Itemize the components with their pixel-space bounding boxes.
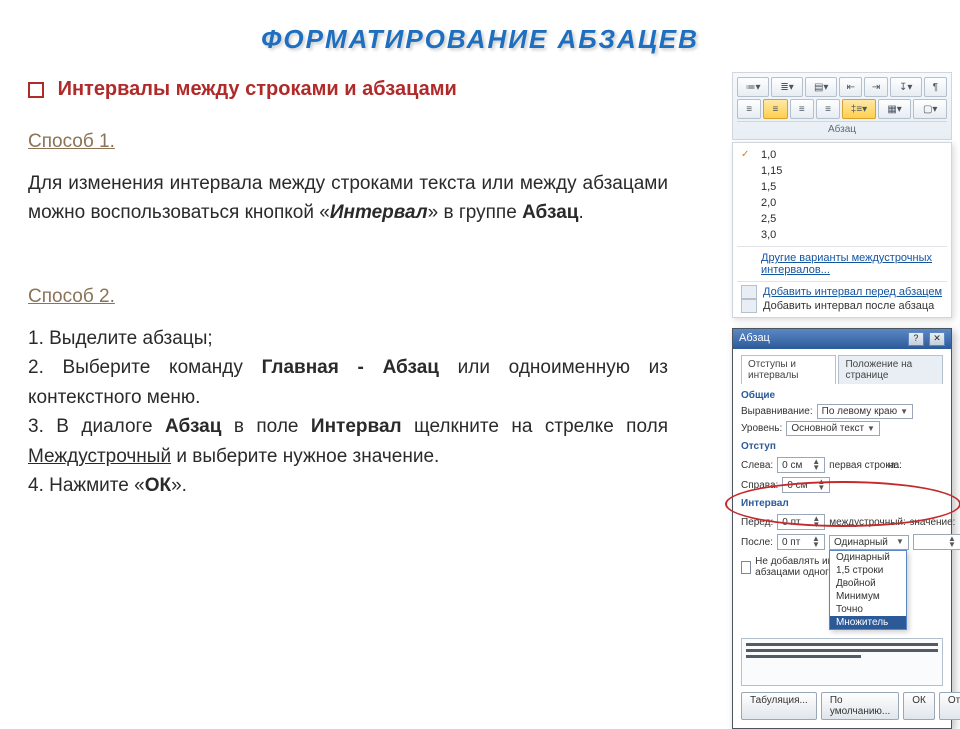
dialog-titlebar: Абзац ? ✕ [733,329,951,349]
before-spinner[interactable]: 0 пт▲▼ [777,514,825,530]
section-heading: Интервалы между строками и абзацами [28,78,668,101]
linespacing-combo[interactable]: Одинарный▼ [829,535,909,550]
method1-paragraph: Для изменения интервала между строками т… [28,169,668,228]
spacing-section: Интервал [741,498,943,509]
spacing-option[interactable]: 2,5 [733,211,951,227]
align-center-button[interactable]: ≡ [763,99,787,119]
line-spacing-menu: 1,0 1,15 1,5 2,0 2,5 3,0 Другие варианты… [732,142,952,318]
right-label: Справа: [741,480,778,491]
m1-strong2: Абзац [522,202,578,223]
ls-opt[interactable]: 1,5 строки [830,564,906,577]
before-label: Перед: [741,517,773,528]
close-button[interactable]: ✕ [929,332,945,346]
firstline-on-label: на: [888,460,902,471]
m2-l2a: 2. Выберите команду [28,357,262,378]
align-right-button[interactable]: ≡ [790,99,814,119]
right-panel: ≔▾ ≣▾ ▤▾ ⇤ ⇥ ↧▾ ¶ ≡ ≡ ≡ ≡ ‡≡▾ ▦▾ ▢▾ Абза… [732,72,952,729]
ls-opt[interactable]: Одинарный [830,551,906,564]
linespacing-on-label: значение: [910,517,956,528]
decrease-indent-button[interactable]: ⇤ [839,77,862,97]
m2-l3e: щелкните на стрелке поля [402,416,668,437]
m2-l3b: Абзац [165,416,221,437]
bullet-icon [28,82,44,98]
alignment-label: Выравнивание: [741,406,813,417]
method2-label: Способ 2. [28,286,668,308]
add-space-before[interactable]: Добавить интервал перед абзацем [733,285,951,299]
show-marks-button[interactable]: ¶ [924,77,947,97]
method1-label: Способ 1. [28,131,668,153]
line-spacing-button[interactable]: ‡≡▾ [842,99,876,119]
dialog-title: Абзац [739,332,770,346]
m2-l2b: Главная - Абзац [262,357,439,378]
content-column: Интервалы между строками и абзацами Спос… [28,78,668,501]
bullets-button[interactable]: ≔▾ [737,77,769,97]
page-title: ФОРМАТИРОВАНИЕ АБЗАЦЕВ [0,0,960,55]
help-button[interactable]: ? [908,332,924,346]
dont-add-checkbox[interactable] [741,561,751,574]
add-after-text: Добавить интервал после абзаца [763,300,934,312]
ls-opt[interactable]: Минимум [830,590,906,603]
spacing-option[interactable]: 1,0 [733,147,951,163]
m1-text2: » в группе [428,202,522,223]
m2-l3c: в поле [221,416,310,437]
level-label: Уровень: [741,423,782,434]
m2-l3d: Интервал [311,416,402,437]
m2-l3f: Междустрочный [28,446,171,467]
tab-indents[interactable]: Отступы и интервалы [741,355,836,384]
spacing-more-options[interactable]: Другие варианты междустрочных интервалов… [733,250,951,278]
heading-text: Интервалы между строками и абзацами [58,78,457,100]
default-button[interactable]: По умолчанию... [821,692,899,720]
space-before-icon [741,285,757,299]
ok-button[interactable]: ОК [903,692,935,720]
shading-button[interactable]: ▦▾ [878,99,912,119]
ls-opt[interactable]: Множитель [830,616,906,629]
linespacing-value-spinner[interactable]: ▲▼ [913,534,960,550]
m2-l4a: 4. Нажмите « [28,475,145,496]
m2-l3g: и выберите нужное значение. [171,446,439,467]
add-before-text: Добавить интервал перед абзацем [763,286,942,298]
after-spinner[interactable]: 0 пт▲▼ [777,534,825,550]
left-label: Слева: [741,460,773,471]
indent-section: Отступ [741,441,943,452]
method2-paragraph: 1. Выделите абзацы; 2. Выберите команду … [28,324,668,501]
right-spinner[interactable]: 0 см▲▼ [782,477,830,493]
ls-opt[interactable]: Точно [830,603,906,616]
m2-l1: 1. Выделите абзацы; [28,328,213,349]
m1-strong: Интервал [330,202,428,223]
m1-text3: . [578,202,583,223]
ls-opt[interactable]: Двойной [830,577,906,590]
numbering-button[interactable]: ≣▾ [771,77,803,97]
multilevel-button[interactable]: ▤▾ [805,77,837,97]
left-spinner[interactable]: 0 см▲▼ [777,457,825,473]
tab-position[interactable]: Положение на странице [838,355,943,384]
ribbon-group-label: Абзац [737,121,947,135]
m2-l4b: ОК [145,475,171,496]
cancel-button[interactable]: Отмена [939,692,960,720]
linespacing-label: междустрочный: [829,517,906,528]
alignment-combo[interactable]: По левому краю▼ [817,404,913,419]
space-after-icon [741,299,757,313]
spacing-option[interactable]: 1,15 [733,163,951,179]
sort-button[interactable]: ↧▾ [890,77,922,97]
m2-l4c: ». [171,475,187,496]
level-combo[interactable]: Основной текст▼ [786,421,880,436]
add-space-after[interactable]: Добавить интервал после абзаца [733,299,951,313]
increase-indent-button[interactable]: ⇥ [864,77,887,97]
spacing-option[interactable]: 3,0 [733,227,951,243]
general-section: Общие [741,390,943,401]
tabs-button[interactable]: Табуляция... [741,692,817,720]
paragraph-dialog: Абзац ? ✕ Отступы и интервалы Положение … [732,328,952,729]
spacing-option[interactable]: 2,0 [733,195,951,211]
borders-button[interactable]: ▢▾ [913,99,947,119]
linespacing-dropdown: Одинарный 1,5 строки Двойной Минимум Точ… [829,550,907,630]
align-justify-button[interactable]: ≡ [816,99,840,119]
preview-pane [741,638,943,686]
align-left-button[interactable]: ≡ [737,99,761,119]
spacing-option[interactable]: 1,5 [733,179,951,195]
after-label: После: [741,537,773,548]
m2-l3a: 3. В диалоге [28,416,165,437]
ribbon-paragraph-group: ≔▾ ≣▾ ▤▾ ⇤ ⇥ ↧▾ ¶ ≡ ≡ ≡ ≡ ‡≡▾ ▦▾ ▢▾ Абза… [732,72,952,140]
